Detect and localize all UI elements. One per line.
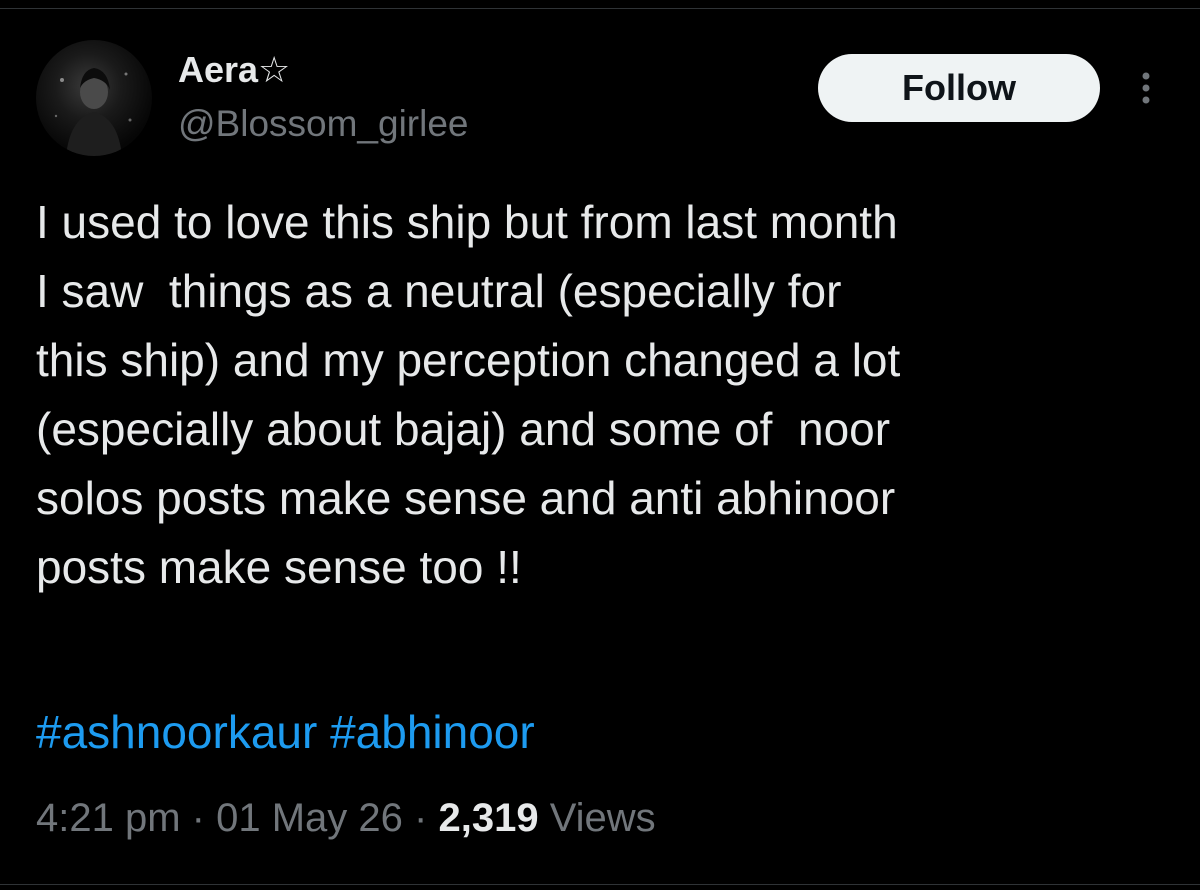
views-count: 2,319 xyxy=(438,796,539,840)
tweet-text-line: solos posts make sense and anti abhinoor xyxy=(36,472,896,524)
user-handle[interactable]: @Blossom_girlee xyxy=(178,102,469,146)
hashtags: #ashnoorkaur #abhinoor xyxy=(36,698,535,767)
hashtag-link-abhinoor[interactable]: #abhinoor xyxy=(330,706,535,758)
tweet-text-line: I saw things as a neutral (especially fo… xyxy=(36,265,842,317)
more-options-button[interactable] xyxy=(1128,66,1164,110)
tweet-text-line: (especially about bajaj) and some of noo… xyxy=(36,403,891,455)
tweet-text-line: I used to love this ship but from last m… xyxy=(36,196,898,248)
tweet-date[interactable]: 01 May 26 xyxy=(216,796,403,840)
tweet-time[interactable]: 4:21 pm xyxy=(36,796,181,840)
tweet-card: Aera☆ @Blossom_girlee Follow I used to l… xyxy=(0,0,1200,890)
hashtag-link-ashnoorkaur[interactable]: #ashnoorkaur xyxy=(36,706,317,758)
more-vertical-icon xyxy=(1142,72,1150,104)
meta-separator: · xyxy=(191,796,205,840)
avatar-image xyxy=(54,68,132,156)
top-divider xyxy=(0,8,1200,9)
bottom-divider xyxy=(0,884,1200,885)
views-label: Views xyxy=(549,796,656,840)
tweet-text-line: posts make sense too !! xyxy=(36,541,522,593)
tweet-text-line: this ship) and my perception changed a l… xyxy=(36,334,901,386)
tweet-meta: 4:21 pm · 01 May 26 · 2,319 Views xyxy=(36,790,656,846)
meta-separator: · xyxy=(414,796,428,840)
avatar[interactable] xyxy=(36,40,152,156)
tweet-text: I used to love this ship but from last m… xyxy=(36,188,1176,602)
follow-button[interactable]: Follow xyxy=(818,54,1100,122)
display-name[interactable]: Aera☆ xyxy=(178,48,290,92)
